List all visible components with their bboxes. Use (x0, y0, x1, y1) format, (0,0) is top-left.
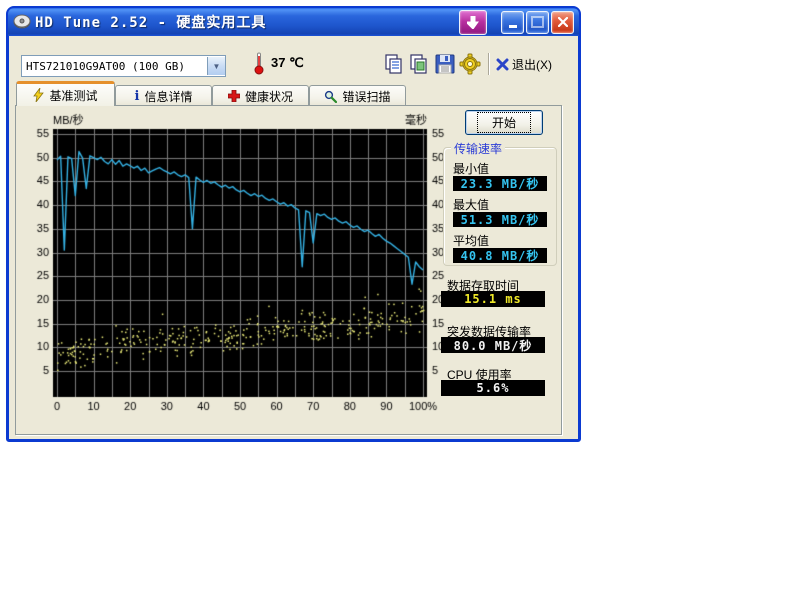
hard-disk-icon (13, 14, 31, 30)
maximize-icon (531, 16, 544, 28)
start-button[interactable]: 开始 (465, 110, 543, 135)
max-value-display: 51.3 MB/秒 (453, 212, 547, 227)
health-icon (228, 90, 240, 102)
drive-select-value: HTS721010G9AT00 (100 GB) (22, 60, 207, 73)
access-time-display-wrap: 15.1 ms (441, 291, 545, 307)
exit-label: 退出(X) (512, 56, 552, 73)
access-time-display: 15.1 ms (441, 291, 545, 307)
toolbar-separator (488, 53, 489, 75)
copy-text-icon (383, 53, 405, 75)
tab-error-scan[interactable]: 错误扫描 (309, 85, 406, 106)
min-value-display: 23.3 MB/秒 (453, 176, 547, 191)
tab-benchmark[interactable]: 基准测试 (16, 81, 115, 106)
start-button-label: 开始 (477, 112, 531, 133)
drive-select[interactable]: HTS721010G9AT00 (100 GB) ▼ (21, 55, 226, 77)
avg-label: 平均值 (453, 232, 547, 246)
save-button[interactable] (432, 51, 457, 76)
scan-icon (324, 90, 337, 103)
dropdown-arrow-icon[interactable]: ▼ (207, 57, 225, 75)
tab-label: 信息详情 (144, 88, 192, 105)
burst-rate-display: 80.0 MB/秒 (441, 337, 545, 353)
avg-value-display: 40.8 MB/秒 (453, 248, 547, 263)
exit-button[interactable]: 退出(X) (496, 55, 552, 73)
down-arrow-icon (467, 16, 479, 29)
info-icon: i (135, 89, 140, 104)
copy-image-icon (408, 53, 430, 75)
close-icon (558, 17, 568, 27)
thermometer-icon (253, 51, 265, 75)
options-icon (459, 53, 481, 75)
max-label: 最大值 (453, 196, 547, 210)
app-window: HD Tune 2.52 - 硬盘实用工具 HTS721010G9AT00 (1… (6, 6, 581, 442)
temperature-indicator: 37 ℃ (253, 51, 304, 75)
download-arrow-button[interactable] (459, 10, 487, 35)
tab-health[interactable]: 健康状况 (212, 85, 309, 106)
benchmark-chart (31, 113, 455, 417)
tab-label: 健康状况 (245, 88, 293, 105)
tab-label: 错误扫描 (342, 88, 390, 105)
maximize-button[interactable] (526, 11, 549, 34)
exit-icon (496, 58, 509, 71)
titlebar[interactable]: HD Tune 2.52 - 硬盘实用工具 (8, 8, 579, 36)
tab-label: 基准测试 (49, 87, 97, 104)
close-button[interactable] (551, 11, 574, 34)
copy-text-button[interactable] (381, 51, 406, 76)
minimize-button[interactable] (501, 11, 524, 34)
copy-image-button[interactable] (406, 51, 431, 76)
burst-rate-display-wrap: 80.0 MB/秒 (441, 337, 545, 353)
cpu-usage-display: 5.6% (441, 380, 545, 396)
temperature-value: 37 ℃ (271, 55, 304, 71)
tab-info[interactable]: i 信息详情 (115, 85, 212, 106)
transfer-rate-group: 传输速率 最小值 23.3 MB/秒 最大值 51.3 MB/秒 平均值 40.… (443, 147, 557, 266)
save-icon (434, 53, 456, 75)
options-button[interactable] (457, 51, 482, 76)
minimize-icon (509, 25, 517, 28)
cpu-usage-display-wrap: 5.6% (441, 380, 545, 396)
benchmark-icon (33, 88, 44, 102)
min-label: 最小值 (453, 160, 547, 174)
group-title: 传输速率 (451, 140, 505, 157)
window-title: HD Tune 2.52 - 硬盘实用工具 (35, 12, 457, 32)
